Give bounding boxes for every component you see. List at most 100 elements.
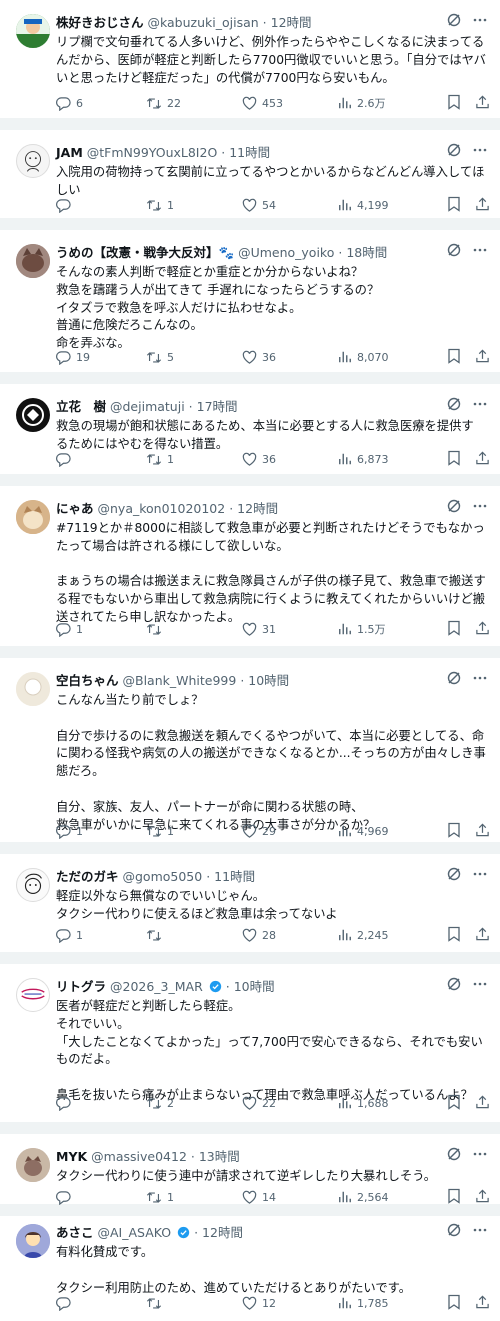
like-button[interactable]: 54: [242, 198, 338, 213]
bookmark-icon[interactable]: [447, 926, 461, 945]
timestamp[interactable]: 10時間: [248, 673, 289, 688]
more-icon[interactable]: [472, 242, 488, 261]
reply-button[interactable]: [56, 1096, 146, 1111]
views-button[interactable]: 1,688: [338, 1096, 436, 1110]
share-icon[interactable]: [475, 620, 490, 639]
timestamp[interactable]: 13時間: [199, 1149, 240, 1164]
grok-icon[interactable]: [446, 498, 462, 517]
user-handle[interactable]: @Blank_White999: [123, 673, 237, 688]
tweet[interactable]: 立花 樹 @dejimatuji · 17時間 救急の現場が飽和状態にあるため、…: [0, 384, 500, 474]
display-name[interactable]: リトグラ: [56, 979, 106, 994]
views-button[interactable]: 2.6万: [338, 95, 436, 111]
more-icon[interactable]: [472, 976, 488, 995]
display-name[interactable]: MYK: [56, 1149, 87, 1164]
user-handle[interactable]: @tFmN99YOuxL8I2O: [87, 145, 218, 160]
bookmark-icon[interactable]: [447, 450, 461, 469]
grok-icon[interactable]: [446, 976, 462, 995]
retweet-button[interactable]: 1: [146, 1190, 242, 1205]
user-handle[interactable]: @Umeno_yoiko: [238, 245, 334, 260]
more-icon[interactable]: [472, 670, 488, 689]
views-button[interactable]: 8,070: [338, 350, 436, 364]
grok-icon[interactable]: [446, 396, 462, 415]
share-icon[interactable]: [475, 926, 490, 945]
display-name[interactable]: 株好きおじさん: [56, 15, 144, 30]
views-button[interactable]: 1,785: [338, 1296, 436, 1310]
like-button[interactable]: 29: [242, 824, 338, 839]
tweet[interactable]: 株好きおじさん @kabuzuki_ojisan · 12時間 リプ欄で文句垂れ…: [0, 0, 500, 118]
like-button[interactable]: 12: [242, 1296, 338, 1311]
user-handle[interactable]: @AI_ASAKO: [98, 1225, 172, 1240]
more-icon[interactable]: [472, 1222, 488, 1241]
grok-icon[interactable]: [446, 142, 462, 161]
retweet-button[interactable]: [146, 622, 242, 637]
bookmark-icon[interactable]: [447, 196, 461, 215]
user-handle[interactable]: @dejimatuji: [110, 399, 185, 414]
views-button[interactable]: 2,245: [338, 928, 436, 942]
grok-icon[interactable]: [446, 866, 462, 885]
reply-button[interactable]: [56, 198, 146, 213]
views-button[interactable]: 2,564: [338, 1190, 436, 1204]
like-button[interactable]: 22: [242, 1096, 338, 1111]
user-handle[interactable]: @massive0412: [91, 1149, 187, 1164]
bookmark-icon[interactable]: [447, 1294, 461, 1313]
display-name[interactable]: 空白ちゃん: [56, 673, 119, 688]
like-button[interactable]: 36: [242, 350, 338, 365]
more-icon[interactable]: [472, 1146, 488, 1165]
user-handle[interactable]: @kabuzuki_ojisan: [148, 15, 259, 30]
more-icon[interactable]: [472, 498, 488, 517]
tweet[interactable]: にゃあ @nya_kon01020102 · 12時間 #7119とか＃8000…: [0, 486, 500, 646]
like-button[interactable]: 31: [242, 622, 338, 637]
share-icon[interactable]: [475, 1094, 490, 1113]
avatar[interactable]: [16, 144, 50, 178]
more-icon[interactable]: [472, 12, 488, 31]
display-name[interactable]: うめの【改憲・戦争大反対】🐾: [56, 245, 234, 260]
display-name[interactable]: にゃあ: [56, 501, 94, 516]
timestamp[interactable]: 12時間: [202, 1225, 243, 1240]
share-icon[interactable]: [475, 94, 490, 113]
timestamp[interactable]: 12時間: [237, 501, 278, 516]
reply-button[interactable]: [56, 1190, 146, 1205]
reply-button[interactable]: 1: [56, 824, 146, 839]
grok-icon[interactable]: [446, 670, 462, 689]
timestamp[interactable]: 17時間: [197, 399, 238, 414]
share-icon[interactable]: [475, 450, 490, 469]
retweet-button[interactable]: 1: [146, 452, 242, 467]
display-name[interactable]: あさこ: [56, 1225, 94, 1240]
avatar[interactable]: [16, 500, 50, 534]
retweet-button[interactable]: 5: [146, 350, 242, 365]
bookmark-icon[interactable]: [447, 1188, 461, 1207]
avatar[interactable]: [16, 398, 50, 432]
timestamp[interactable]: 18時間: [346, 245, 387, 260]
retweet-button[interactable]: 2: [146, 1096, 242, 1111]
like-button[interactable]: 14: [242, 1190, 338, 1205]
timestamp[interactable]: 10時間: [234, 979, 275, 994]
retweet-button[interactable]: [146, 1296, 242, 1311]
reply-button[interactable]: [56, 1296, 146, 1311]
retweet-button[interactable]: [146, 928, 242, 943]
user-handle[interactable]: @2026_3_MAR: [110, 979, 203, 994]
avatar[interactable]: [16, 978, 50, 1012]
share-icon[interactable]: [475, 822, 490, 841]
display-name[interactable]: ただのガキ: [56, 869, 119, 884]
views-button[interactable]: 6,873: [338, 452, 436, 466]
timestamp[interactable]: 11時間: [229, 145, 270, 160]
like-button[interactable]: 28: [242, 928, 338, 943]
reply-button[interactable]: [56, 452, 146, 467]
tweet[interactable]: うめの【改憲・戦争大反対】🐾 @Umeno_yoiko · 18時間 そんなの素…: [0, 230, 500, 372]
views-button[interactable]: 4,969: [338, 824, 436, 838]
timestamp[interactable]: 12時間: [271, 15, 312, 30]
avatar[interactable]: [16, 14, 50, 48]
user-handle[interactable]: @gomo5050: [123, 869, 203, 884]
bookmark-icon[interactable]: [447, 348, 461, 367]
views-button[interactable]: 4,199: [338, 198, 436, 212]
retweet-button[interactable]: 1: [146, 824, 242, 839]
tweet[interactable]: 空白ちゃん @Blank_White999 · 10時間 こんなん当たり前でしょ…: [0, 658, 500, 842]
avatar[interactable]: [16, 868, 50, 902]
tweet[interactable]: あさこ @AI_ASAKO · 12時間 有料化賛成です。 タクシー利用防止のた…: [0, 1210, 500, 1321]
grok-icon[interactable]: [446, 1146, 462, 1165]
reply-button[interactable]: 1: [56, 622, 146, 637]
views-button[interactable]: 1.5万: [338, 621, 436, 637]
share-icon[interactable]: [475, 196, 490, 215]
more-icon[interactable]: [472, 142, 488, 161]
bookmark-icon[interactable]: [447, 94, 461, 113]
